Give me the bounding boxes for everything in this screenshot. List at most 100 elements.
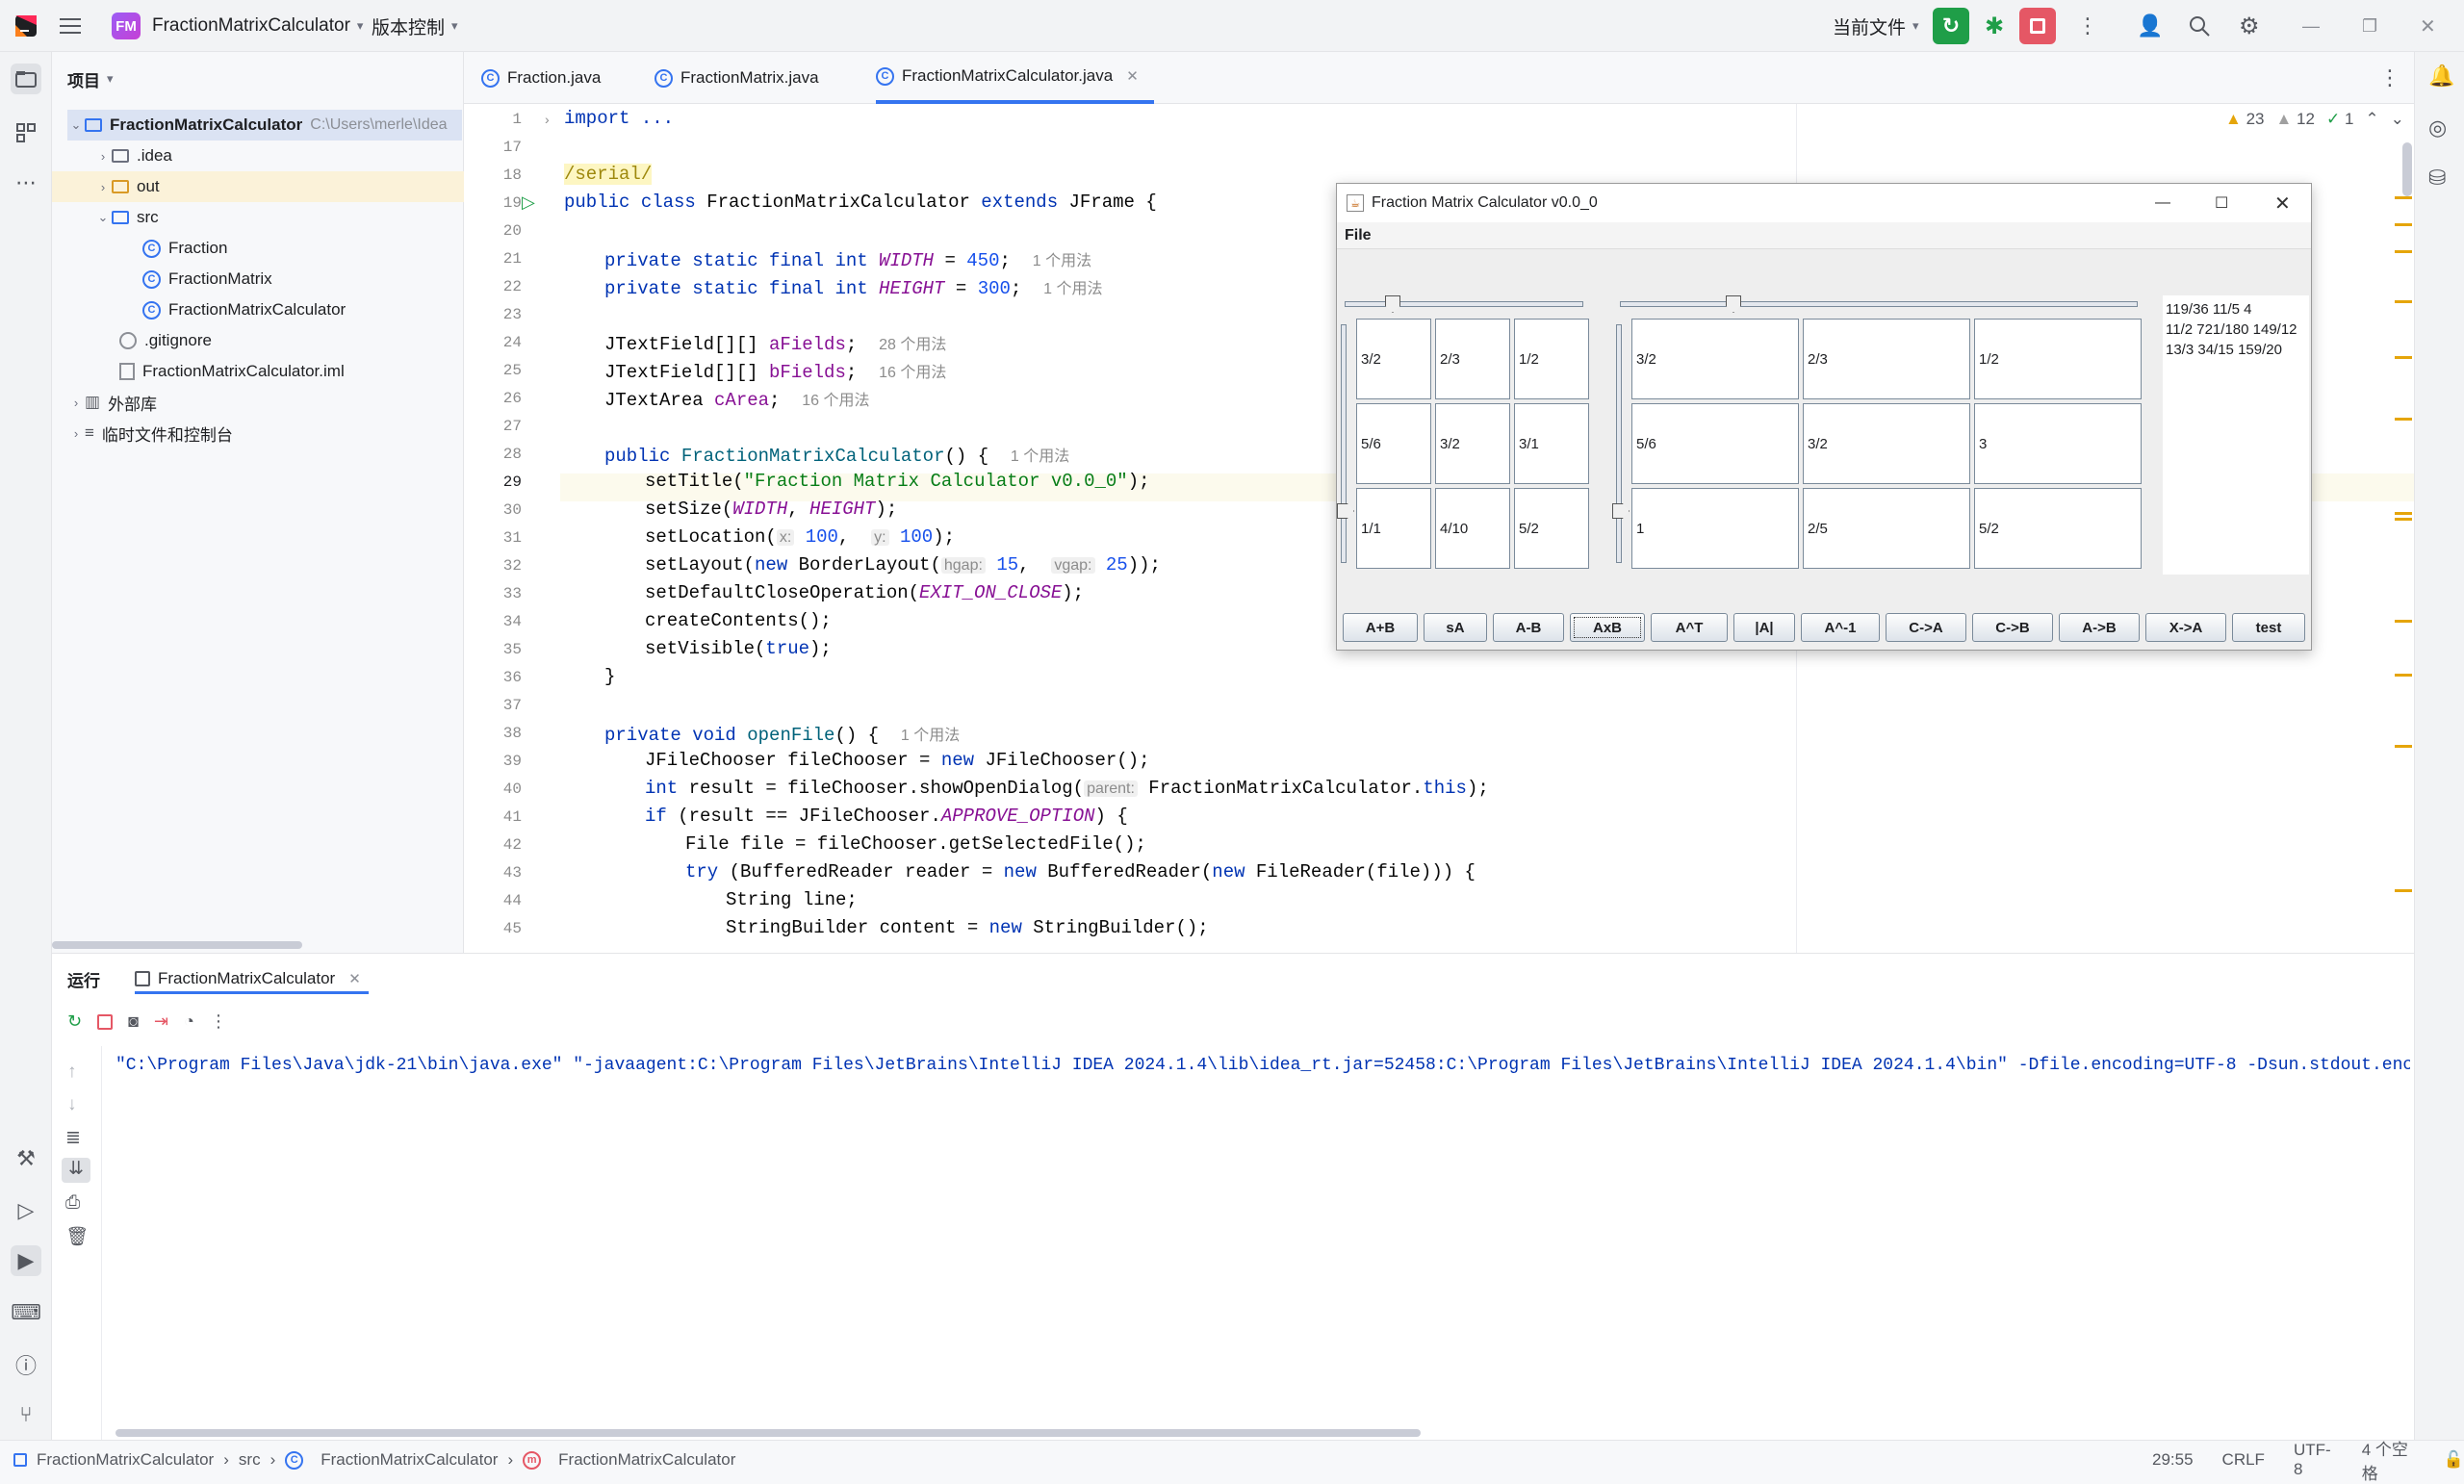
tree-item-out[interactable]: › out [52,171,464,202]
run-tool-icon[interactable]: ▶ [11,1245,41,1276]
usage-hint[interactable]: 1 个用法 [1011,448,1069,465]
console-output[interactable]: "C:\Program Files\Java\jdk-21\bin\java.e… [116,1056,2410,1075]
error-stripe-mark[interactable] [2395,745,2412,748]
b-cell[interactable]: 5/2 [1974,488,2142,569]
swing-maximize-button[interactable]: ☐ [2215,193,2228,213]
lock-icon[interactable]: 🔓 [2444,1450,2464,1470]
tree-item-calculator[interactable]: C FractionMatrixCalculator [142,294,346,325]
error-stripe-mark[interactable] [2395,674,2412,677]
restore-button[interactable]: ❐ [2362,0,2377,52]
vcs-menu[interactable]: 版本控制 ▾ [372,0,458,52]
b-cell[interactable]: 3/2 [1803,403,1970,484]
git-tool-icon[interactable]: ⑂ [11,1399,41,1430]
a-cell[interactable]: 5/2 [1514,488,1589,569]
horizontal-scrollbar[interactable] [52,941,302,949]
tree-item-fraction[interactable]: C Fraction [142,233,227,264]
soft-wrap-icon[interactable]: ≣ [65,1127,81,1149]
inspection-widget[interactable]: ▲ 23 ▲ 12 ✓ 1 ⌃ ⌄ [2225,110,2404,129]
arrow-up-icon[interactable]: ↑ [67,1062,77,1083]
b-rows-slider-track[interactable] [1616,324,1622,563]
tree-item-src[interactable]: ⌄ src [94,202,159,233]
indent-setting[interactable]: 4 个空格 [2362,1436,2415,1484]
usage-hint[interactable]: 1 个用法 [901,728,960,744]
tree-item-external-libs[interactable]: › ▥ 外部库 [67,387,157,418]
usage-hint[interactable]: 16 个用法 [879,365,946,381]
subtract-button[interactable]: A-B [1493,613,1564,642]
inverse-button[interactable]: A^-1 [1801,613,1880,642]
a-cell[interactable]: 2/3 [1435,319,1510,399]
c-to-a-button[interactable]: C->A [1886,613,1966,642]
screenshot-icon[interactable]: ◙ [128,1011,139,1032]
more-tools-icon[interactable]: ⋯ [11,167,41,198]
notifications-icon[interactable]: 🔔 [2428,64,2454,89]
threads-icon[interactable]: ◔ [184,1011,194,1032]
error-stripe-mark[interactable] [2395,196,2412,199]
error-stripe-mark[interactable] [2395,300,2412,303]
multiply-button[interactable]: AxB [1570,613,1645,642]
a-cols-slider-track[interactable] [1345,301,1583,307]
a-cell[interactable]: 4/10 [1435,488,1510,569]
chevron-down-icon[interactable]: ⌄ [2391,110,2404,129]
ai-assistant-icon[interactable]: ◎ [2428,115,2447,141]
scroll-to-end-icon[interactable]: ⇊ [62,1158,90,1183]
a-rows-slider-thumb[interactable] [1337,503,1354,519]
b-cell[interactable]: 3 [1974,403,2142,484]
a-to-b-button[interactable]: A->B [2059,613,2140,642]
close-tab-icon[interactable]: ✕ [1126,67,1139,85]
run-tab[interactable]: FractionMatrixCalculator ✕ [135,965,369,994]
b-rows-slider-thumb[interactable] [1612,503,1630,519]
b-cols-slider-track[interactable] [1620,301,2138,307]
vertical-scrollbar[interactable] [2402,142,2412,196]
tree-item-iml[interactable]: FractionMatrixCalculator.iml [119,356,345,387]
error-stripe-mark[interactable] [2395,223,2412,226]
project-selector[interactable]: FM FractionMatrixCalculator ▾ [112,0,363,52]
c-result-area[interactable]: 119/36 11/5 4 11/2 721/180 149/12 13/3 3… [2163,295,2309,575]
chevron-up-icon[interactable]: ⌃ [2365,110,2378,129]
a-cols-slider-thumb[interactable] [1385,295,1400,313]
b-cell[interactable]: 5/6 [1631,403,1799,484]
rerun-button[interactable]: ↻ [1933,0,1969,52]
breadcrumb-item[interactable]: FractionMatrixCalculator [558,1450,735,1470]
menu-file[interactable]: File [1345,227,1372,244]
tree-item-fractionmatrix[interactable]: C FractionMatrix [142,264,272,294]
file-encoding[interactable]: UTF-8 [2294,1441,2333,1479]
error-stripe-mark[interactable] [2395,889,2412,892]
debug-button[interactable]: ✱ [1985,0,2004,52]
swing-minimize-button[interactable]: — [2155,194,2170,212]
run-gutter-icon[interactable]: ▷ [522,192,535,213]
error-stripe-mark[interactable] [2395,250,2412,253]
tab-fraction[interactable]: C Fraction.java [481,52,601,104]
error-stripe-mark[interactable] [2395,620,2412,623]
usage-hint[interactable]: 1 个用法 [1033,253,1091,269]
a-rows-slider-track[interactable] [1341,324,1347,563]
a-cell[interactable]: 3/1 [1514,403,1589,484]
b-cell[interactable]: 1 [1631,488,1799,569]
determinant-button[interactable]: |A| [1733,613,1795,642]
line-separator[interactable]: CRLF [2222,1450,2265,1470]
tab-options-icon[interactable]: ⋮ [2379,52,2400,104]
terminal-tool-icon[interactable]: ⌨ [11,1297,41,1328]
rerun-icon[interactable]: ↻ [67,1011,82,1032]
a-cell[interactable]: 3/2 [1435,403,1510,484]
a-cell[interactable]: 1/1 [1356,488,1431,569]
stop-icon[interactable] [97,1013,114,1030]
more-actions-icon[interactable]: ⋮ [2077,0,2098,52]
add-user-icon[interactable]: 👤 [2137,0,2163,52]
a-cell[interactable]: 1/2 [1514,319,1589,399]
stop-button[interactable] [2019,0,2056,52]
swing-close-button[interactable]: ✕ [2274,192,2291,216]
problems-tool-icon[interactable]: ⓘ [11,1349,41,1380]
breadcrumb-item[interactable]: src [239,1450,261,1470]
c-to-b-button[interactable]: C->B [1972,613,2053,642]
scalar-button[interactable]: sA [1424,613,1487,642]
error-stripe-mark[interactable] [2395,518,2412,521]
project-panel-header[interactable]: 项目 ▾ [67,64,114,94]
tree-item-scratches[interactable]: › ≡ 临时文件和控制台 [67,418,233,448]
a-cell[interactable]: 3/2 [1356,319,1431,399]
tree-item-idea[interactable]: › .idea [94,141,172,171]
close-tab-icon[interactable]: ✕ [348,970,361,987]
database-icon[interactable]: ⛁ [2428,166,2446,191]
error-stripe-mark[interactable] [2395,356,2412,359]
usage-hint[interactable]: 16 个用法 [802,393,869,409]
arrow-down-icon[interactable]: ↓ [67,1094,77,1115]
